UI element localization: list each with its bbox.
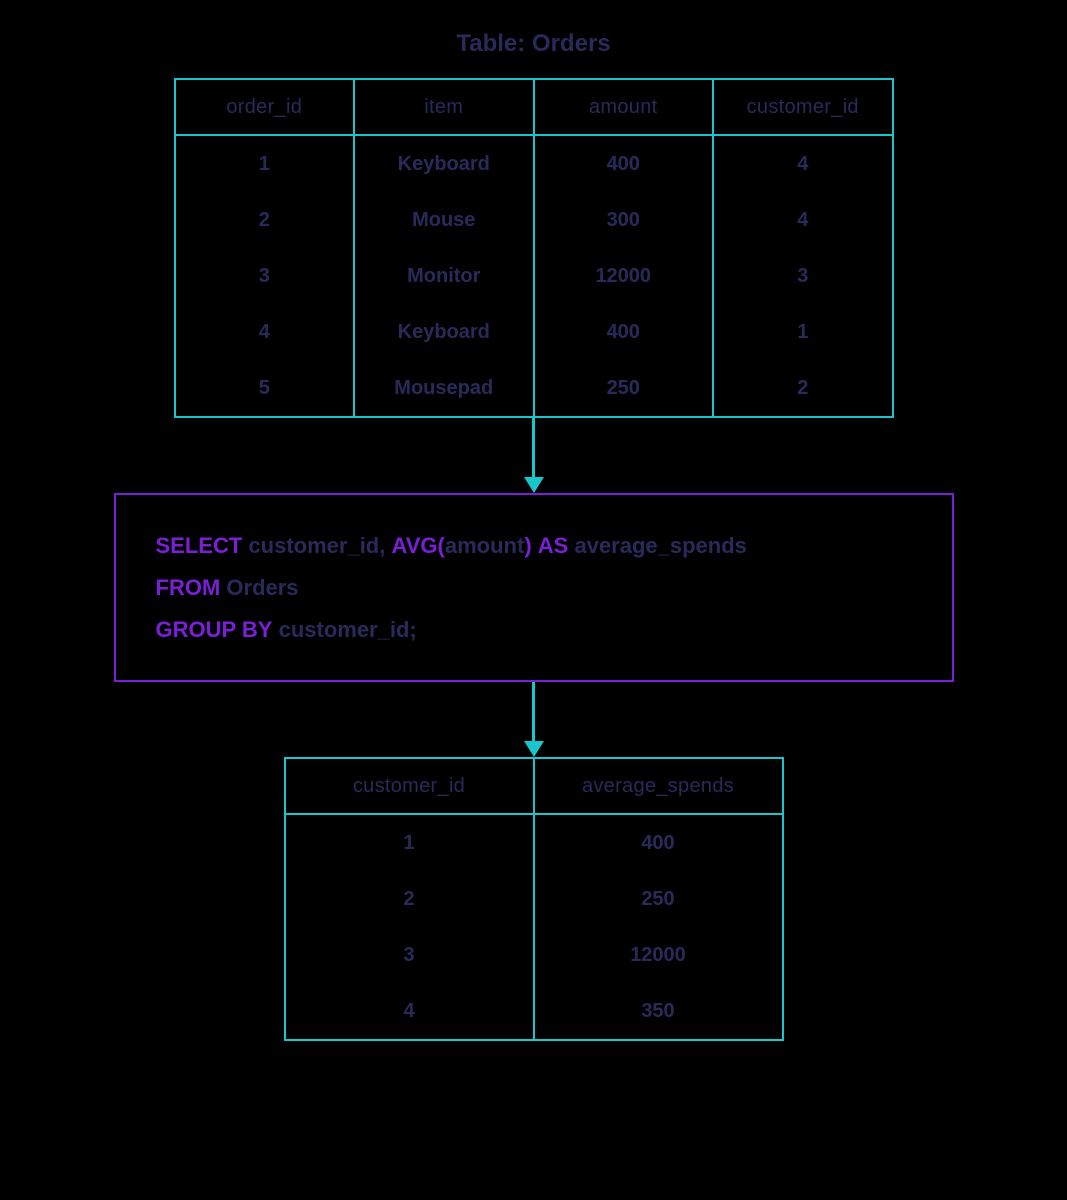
cell: 2 [176,192,356,248]
flow-arrow-icon [524,418,544,493]
col-header: item [355,80,535,134]
cell: 3 [286,927,535,983]
table-row: 1 Keyboard 400 4 [176,136,892,192]
result-table: customer_id average_spends 1 400 2 250 3… [284,757,784,1041]
cell: 400 [535,304,715,360]
flow-arrow-icon [524,682,544,757]
cell: 5 [176,360,356,416]
table-row: 2 250 [286,871,782,927]
cell: 250 [535,871,782,927]
sql-keyword: GROUP BY [156,617,273,642]
cell: 4 [714,192,892,248]
cell: Keyboard [355,304,535,360]
cell: 300 [535,192,715,248]
cell: 2 [714,360,892,416]
table-row: 3 Monitor 12000 3 [176,248,892,304]
sql-query-box: SELECT customer_id, AVG(amount) AS avera… [114,493,954,682]
table-row: 2 Mouse 300 4 [176,192,892,248]
cell: Keyboard [355,136,535,192]
sql-text: Orders [226,575,298,600]
cell: 350 [535,983,782,1039]
sql-keyword: SELECT [156,533,243,558]
sql-keyword: FROM [156,575,221,600]
cell: Monitor [355,248,535,304]
sql-text: average_spends [574,533,746,558]
orders-table: order_id item amount customer_id 1 Keybo… [174,78,894,418]
col-header: average_spends [535,759,782,813]
col-header: customer_id [286,759,535,813]
cell: 2 [286,871,535,927]
sql-paren: ) [524,533,531,558]
table-row: 4 Keyboard 400 1 [176,304,892,360]
cell: 4 [176,304,356,360]
sql-text: amount [445,533,524,558]
cell: 1 [714,304,892,360]
cell: Mousepad [355,360,535,416]
table-header-row: order_id item amount customer_id [176,80,892,136]
cell: 1 [176,136,356,192]
cell: 1 [286,815,535,871]
col-header: amount [535,80,715,134]
sql-paren: ( [438,533,445,558]
sql-keyword: AVG [391,533,437,558]
table-row: 1 400 [286,815,782,871]
sql-line: FROM Orders [156,567,912,609]
table-row: 3 12000 [286,927,782,983]
cell: 400 [535,815,782,871]
table-row: 5 Mousepad 250 2 [176,360,892,416]
sql-text: customer_id; [279,617,417,642]
cell: 3 [714,248,892,304]
cell: Mouse [355,192,535,248]
table-header-row: customer_id average_spends [286,759,782,815]
col-header: order_id [176,80,356,134]
cell: 12000 [535,248,715,304]
cell: 12000 [535,927,782,983]
cell: 4 [714,136,892,192]
diagram-title: Table: Orders [456,30,610,58]
table-row: 4 350 [286,983,782,1039]
col-header: customer_id [714,80,892,134]
sql-line: GROUP BY customer_id; [156,609,912,651]
cell: 3 [176,248,356,304]
cell: 400 [535,136,715,192]
sql-text: customer_id, [248,533,385,558]
cell: 4 [286,983,535,1039]
sql-keyword: AS [538,533,569,558]
cell: 250 [535,360,715,416]
sql-line: SELECT customer_id, AVG(amount) AS avera… [156,525,912,567]
